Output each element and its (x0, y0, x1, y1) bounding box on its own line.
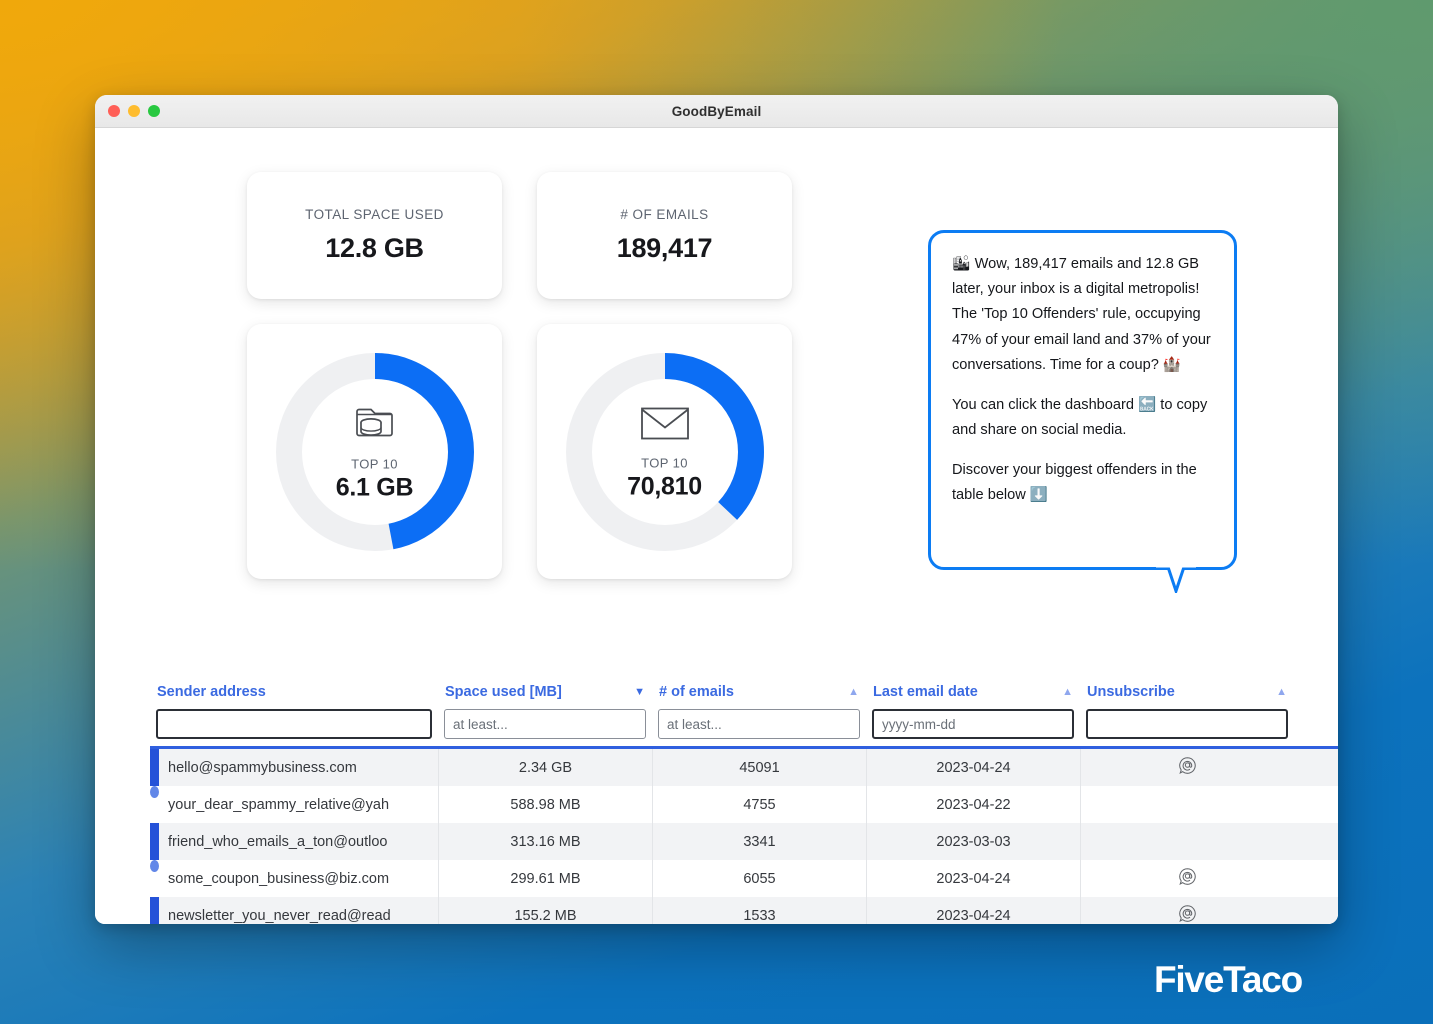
cell-space-used: 155.2 MB (438, 897, 652, 924)
table-column-space-used: Space used [MB] ▼ (438, 680, 652, 739)
filter-input-space-used[interactable] (444, 709, 646, 739)
cell-last-email-date: 2023-04-24 (866, 897, 1080, 924)
insight-speech-bubble: 🏙 Wow, 189,417 emails and 12.8 GB later,… (928, 230, 1237, 593)
cell-num-emails: 45091 (652, 749, 866, 786)
cell-sender-address: newsletter_you_never_read@read (168, 907, 391, 924)
traffic-lights (108, 105, 160, 117)
unsubscribe-icon[interactable] (1178, 904, 1197, 924)
sort-ascending-icon[interactable]: ▲ (1276, 686, 1287, 698)
cell-last-email-date: 2023-04-22 (866, 786, 1080, 823)
kpi-label: # OF EMAILS (620, 207, 709, 222)
cell-num-emails: 1533 (652, 897, 866, 924)
cell-unsubscribe[interactable] (1080, 860, 1294, 897)
row-indicator-bar (150, 897, 159, 924)
column-header-label[interactable]: Last email date (873, 684, 978, 700)
table-column-last-email-date: Last email date ▲ (866, 680, 1080, 739)
folder-database-icon (352, 401, 398, 448)
donut-card-top10-emails[interactable]: TOP 10 70,810 (537, 324, 792, 579)
row-indicator-bar (150, 786, 159, 798)
window-titlebar: GoodByEmail (95, 95, 1338, 128)
cell-last-email-date: 2023-04-24 (866, 749, 1080, 786)
cell-space-used: 299.61 MB (438, 860, 652, 897)
speech-bubble-tail-icon (1156, 565, 1196, 593)
offenders-table[interactable]: Sender address Space used [MB] ▼ # of em… (150, 680, 1338, 924)
filter-input-sender-address[interactable] (156, 709, 432, 739)
cell-sender-address: hello@spammybusiness.com (168, 759, 357, 776)
cell-sender-address: your_dear_spammy_relative@yah (168, 796, 390, 813)
cell-unsubscribe[interactable] (1080, 823, 1294, 860)
cell-space-used: 313.16 MB (438, 823, 652, 860)
table-row[interactable]: newsletter_you_never_read@read 155.2 MB 15… (150, 897, 1338, 924)
table-column-sender-address: Sender address (150, 680, 438, 739)
close-window-button[interactable] (108, 105, 120, 117)
filter-input-unsubscribe[interactable] (1086, 709, 1288, 739)
cell-num-emails: 4755 (652, 786, 866, 823)
column-header-label[interactable]: Sender address (157, 684, 266, 700)
bubble-paragraph-2: You can click the dashboard 🔙 to copy an… (952, 396, 1208, 438)
kpi-value: 189,417 (616, 233, 713, 263)
kpi-card-total-space[interactable]: TOTAL SPACE USED 12.8 GB (247, 172, 502, 299)
cell-sender-address: friend_who_emails_a_ton@outloo (168, 833, 388, 850)
table-row[interactable]: some_coupon_business@biz.com 299.61 MB 605… (150, 860, 1338, 897)
sort-ascending-icon[interactable]: ▲ (848, 686, 859, 698)
app-window: GoodByEmail TOTAL SPACE USED 12.8 GB # O… (95, 95, 1338, 924)
window-title: GoodByEmail (671, 103, 762, 119)
bubble-paragraph-1: 🏙 Wow, 189,417 emails and 12.8 GB later,… (952, 256, 1211, 373)
cell-sender-address: some_coupon_business@biz.com (168, 870, 390, 887)
cell-unsubscribe[interactable] (1080, 786, 1294, 823)
donut-card-top10-space[interactable]: TOP 10 6.1 GB (247, 324, 502, 579)
dashboard-content[interactable]: TOTAL SPACE USED 12.8 GB # OF EMAILS 189… (95, 128, 1338, 924)
table-row[interactable]: your_dear_spammy_relative@yah 588.98 MB 47… (150, 786, 1338, 823)
unsubscribe-icon[interactable] (1178, 867, 1197, 890)
kpi-card-total-emails[interactable]: # OF EMAILS 189,417 (537, 172, 792, 299)
donut-value: 70,810 (627, 472, 702, 500)
table-row[interactable]: hello@spammybusiness.com 2.34 GB 45091 2023… (150, 749, 1338, 786)
maximize-window-button[interactable] (148, 105, 160, 117)
column-header-label[interactable]: Unsubscribe (1087, 684, 1175, 700)
filter-input-last-email-date[interactable] (872, 709, 1074, 739)
filter-input-num-emails[interactable] (658, 709, 860, 739)
unsubscribe-icon[interactable] (1178, 756, 1197, 779)
table-row[interactable]: friend_who_emails_a_ton@outloo 313.16 MB 3… (150, 823, 1338, 860)
table-column-unsubscribe: Unsubscribe ▲ (1080, 680, 1294, 739)
sort-descending-icon[interactable]: ▼ (634, 686, 645, 698)
cell-unsubscribe[interactable] (1080, 749, 1294, 786)
row-indicator-bar (150, 860, 159, 872)
donut-top-label: TOP 10 (351, 456, 398, 471)
table-column-num-emails: # of emails ▲ (652, 680, 866, 739)
cell-num-emails: 6055 (652, 860, 866, 897)
cell-space-used: 588.98 MB (438, 786, 652, 823)
cell-last-email-date: 2023-03-03 (866, 823, 1080, 860)
cell-num-emails: 3341 (652, 823, 866, 860)
cell-space-used: 2.34 GB (438, 749, 652, 786)
row-indicator-bar (150, 749, 159, 786)
row-indicator-bar (150, 823, 159, 860)
cell-last-email-date: 2023-04-24 (866, 860, 1080, 897)
kpi-value: 12.8 GB (325, 233, 424, 263)
bubble-paragraph-3: Discover your biggest offenders in the t… (952, 461, 1197, 504)
donut-value: 6.1 GB (335, 473, 414, 501)
column-header-label[interactable]: # of emails (659, 684, 734, 700)
kpi-label: TOTAL SPACE USED (305, 207, 444, 222)
sort-ascending-icon[interactable]: ▲ (1062, 686, 1073, 698)
envelope-icon (639, 402, 691, 447)
minimize-window-button[interactable] (128, 105, 140, 117)
donut-top-label: TOP 10 (641, 455, 688, 470)
table-header-row: Sender address Space used [MB] ▼ # of em… (150, 680, 1338, 739)
cell-unsubscribe[interactable] (1080, 897, 1294, 924)
column-header-label[interactable]: Space used [MB] (445, 684, 562, 700)
table-body[interactable]: hello@spammybusiness.com 2.34 GB 45091 2023… (150, 746, 1338, 924)
fivetaco-logo: FiveTaco (1153, 959, 1303, 1000)
